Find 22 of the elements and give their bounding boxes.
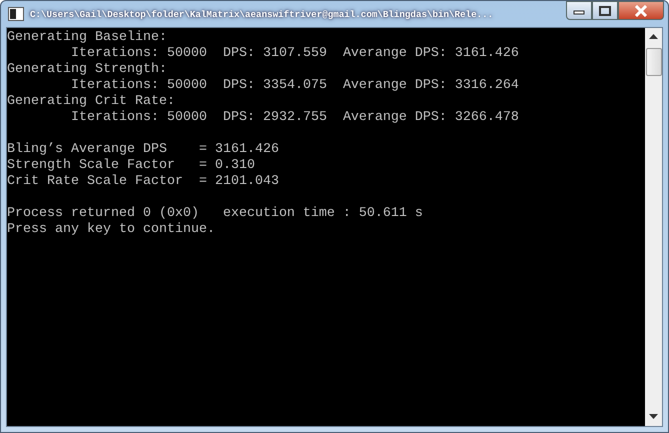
maximize-button[interactable]: [592, 1, 618, 20]
console-line: Bling’s Averange DPS = 3161.426: [7, 142, 279, 158]
console-line: Generating Strength:: [7, 62, 167, 78]
console-line: Generating Baseline:: [7, 30, 167, 46]
close-button[interactable]: [618, 1, 664, 20]
window-title: C:\Users\Gail\Desktop\folder\KalMatrix\aeanswiftriver@gmail.com\Blingdas\bin\Rele...: [30, 8, 494, 20]
console-line: Iterations: 50000 DPS: 3354.075 Averange DPS: 3316.264: [71, 78, 519, 94]
scrollbar[interactable]: [645, 28, 662, 426]
console-line: Process returned 0 (0x0) execution time : 50.611 s: [7, 206, 423, 222]
scroll-up-icon[interactable]: [649, 34, 658, 40]
console-icon: [8, 7, 24, 21]
console-line: Press any key to continue.: [7, 222, 215, 238]
scroll-down-icon[interactable]: [649, 414, 658, 420]
scroll-thumb[interactable]: [646, 48, 662, 76]
maximize-icon: [599, 6, 611, 16]
console-line: Crit Rate Scale Factor = 2101.043: [7, 174, 279, 190]
console-line: Iterations: 50000 DPS: 3107.559 Averange DPS: 3161.426: [71, 46, 519, 62]
console-line: Iterations: 50000 DPS: 2932.755 Averange DPS: 3266.478: [71, 110, 519, 126]
console-line: Strength Scale Factor = 0.310: [7, 158, 255, 174]
minimize-button[interactable]: [566, 1, 592, 20]
close-icon: [634, 4, 648, 16]
console-line: Generating Crit Rate:: [7, 94, 175, 110]
